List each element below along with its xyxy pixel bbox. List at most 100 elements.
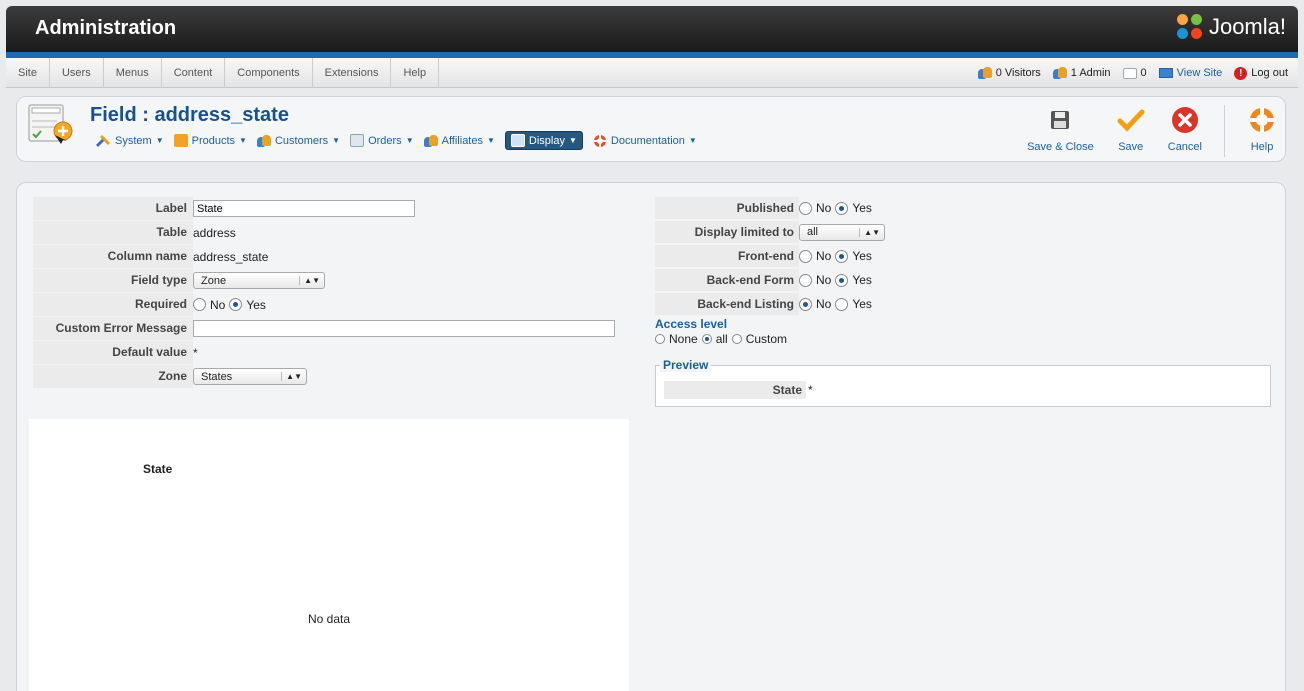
messages-status[interactable]: 0 <box>1122 67 1147 79</box>
affiliates-icon <box>423 134 438 147</box>
help-button[interactable]: Help <box>1247 105 1277 153</box>
zone-select[interactable]: States ▲▼ <box>193 368 307 385</box>
menu-menus[interactable]: Menus <box>104 58 162 88</box>
cancel-button[interactable]: Cancel <box>1168 105 1202 153</box>
submenu-orders[interactable]: Orders ▼ <box>350 134 414 147</box>
published-no-label: No <box>816 201 832 215</box>
visitors-icon <box>977 67 992 79</box>
field-type-row: Field type Zone ▲▼ <box>33 269 633 292</box>
no-data-message: No data <box>307 612 351 626</box>
checkmark-icon <box>1117 109 1145 132</box>
content-panel: Label Table address Column name address_… <box>16 182 1286 691</box>
published-yes-radio[interactable] <box>835 201 849 215</box>
table-value: address <box>193 225 236 240</box>
backend-listing-label: Back-end Listing <box>655 293 799 315</box>
submenu-affiliates[interactable]: Affiliates ▼ <box>423 134 495 147</box>
default-value-label: Default value <box>33 341 193 364</box>
published-row: Published No Yes <box>655 197 1275 219</box>
submenu-documentation-label: Documentation <box>610 134 685 147</box>
label-input[interactable] <box>193 200 415 217</box>
submenu-products-label: Products <box>191 134 236 147</box>
label-label: Label <box>33 197 193 220</box>
logout-icon: ! <box>1234 66 1248 80</box>
published-yes-label: Yes <box>852 201 872 215</box>
front-end-yes-radio[interactable] <box>835 249 849 263</box>
access-none-radio[interactable] <box>655 334 665 344</box>
custom-error-row: Custom Error Message <box>33 317 633 340</box>
joomla-logo-text: Joomla! <box>1208 14 1286 39</box>
save-close-label: Save & Close <box>1027 141 1094 153</box>
submenu-documentation[interactable]: Documentation ▼ <box>593 134 697 148</box>
front-end-yes-label: Yes <box>852 249 872 263</box>
menu-components[interactable]: Components <box>225 58 313 88</box>
required-no-label: No <box>210 297 226 312</box>
menu-content[interactable]: Content <box>162 58 226 88</box>
backend-listing-no-label: No <box>816 297 832 311</box>
submenu-customers[interactable]: Customers ▼ <box>256 134 340 147</box>
access-custom-radio[interactable] <box>731 334 742 344</box>
submenu-products[interactable]: Products ▼ <box>173 134 247 147</box>
preview-label: State <box>664 381 806 399</box>
backend-form-yes-radio[interactable] <box>835 273 849 287</box>
menu-extensions[interactable]: Extensions <box>313 58 392 88</box>
view-site-link[interactable]: View Site <box>1158 67 1222 79</box>
backend-form-label: Back-end Form <box>655 269 799 291</box>
display-limited-value: all <box>807 226 819 238</box>
zone-row: Zone States ▲▼ <box>33 365 633 388</box>
cancel-label: Cancel <box>1167 141 1202 153</box>
field-settings-form: Label Table address Column name address_… <box>33 197 633 389</box>
column-row: Column name address_state <box>33 245 633 268</box>
save-close-icon <box>1051 111 1070 129</box>
help-icon <box>1250 108 1274 132</box>
backend-form-no-label: No <box>816 273 832 287</box>
backend-listing-no-radio[interactable] <box>799 297 812 311</box>
published-no-radio[interactable] <box>799 201 812 215</box>
submenu-display[interactable]: Display ▼ <box>504 131 583 150</box>
messages-icon <box>1122 67 1137 79</box>
menu-users[interactable]: Users <box>50 58 104 88</box>
lifebuoy-icon <box>593 134 606 147</box>
backend-listing-yes-label: Yes <box>852 297 872 311</box>
menu-help[interactable]: Help <box>391 58 440 88</box>
preview-row: State * <box>664 381 813 399</box>
front-end-no-radio[interactable] <box>799 249 812 263</box>
messages-count: 0 <box>1140 67 1147 79</box>
save-close-button[interactable]: Save & Close <box>1027 105 1094 153</box>
preview-value: * <box>808 383 813 397</box>
chart-area: State No data <box>29 419 629 691</box>
field-type-select[interactable]: Zone ▲▼ <box>193 272 325 289</box>
required-yes-radio[interactable] <box>229 298 243 311</box>
display-limited-select[interactable]: all ▲▼ <box>799 223 885 241</box>
required-label: Required <box>33 293 193 316</box>
access-level-title: Access level <box>655 317 728 331</box>
joomla-logo-icon <box>1176 14 1203 40</box>
field-type-label: Field type <box>33 269 193 292</box>
default-value-row: Default value * <box>33 341 633 364</box>
submenu-display-label: Display <box>528 134 565 147</box>
access-all-radio[interactable] <box>701 334 712 344</box>
menu-site[interactable]: Site <box>6 58 50 88</box>
published-label: Published <box>655 197 799 219</box>
save-button[interactable]: Save <box>1116 105 1146 153</box>
logout-link[interactable]: ! Log out <box>1234 66 1288 80</box>
front-end-row: Front-end No Yes <box>655 245 1275 267</box>
required-yes-label: Yes <box>246 297 266 312</box>
required-row: Required No Yes <box>33 293 633 316</box>
access-level-options: None all Custom <box>655 332 1275 346</box>
submenu-system[interactable]: System ▼ <box>95 134 164 148</box>
zone-value: States <box>201 370 233 383</box>
preview-fieldset: Preview State * <box>655 358 1271 407</box>
front-end-label: Front-end <box>655 245 799 267</box>
required-no-radio[interactable] <box>193 298 206 311</box>
admins-count: 1 Admin <box>1070 67 1111 79</box>
main-menu-bar: Site Users Menus Content Components Exte… <box>6 58 1298 88</box>
backend-form-no-radio[interactable] <box>799 273 812 287</box>
submenu-customers-label: Customers <box>274 134 329 147</box>
products-icon <box>173 134 188 147</box>
backend-listing-yes-radio[interactable] <box>835 297 849 311</box>
admins-status: 1 Admin <box>1052 67 1111 79</box>
cancel-icon <box>1171 107 1198 133</box>
backend-listing-row: Back-end Listing No Yes <box>655 293 1275 315</box>
custom-error-input[interactable] <box>193 320 615 337</box>
visitors-count: 0 Visitors <box>995 67 1041 79</box>
